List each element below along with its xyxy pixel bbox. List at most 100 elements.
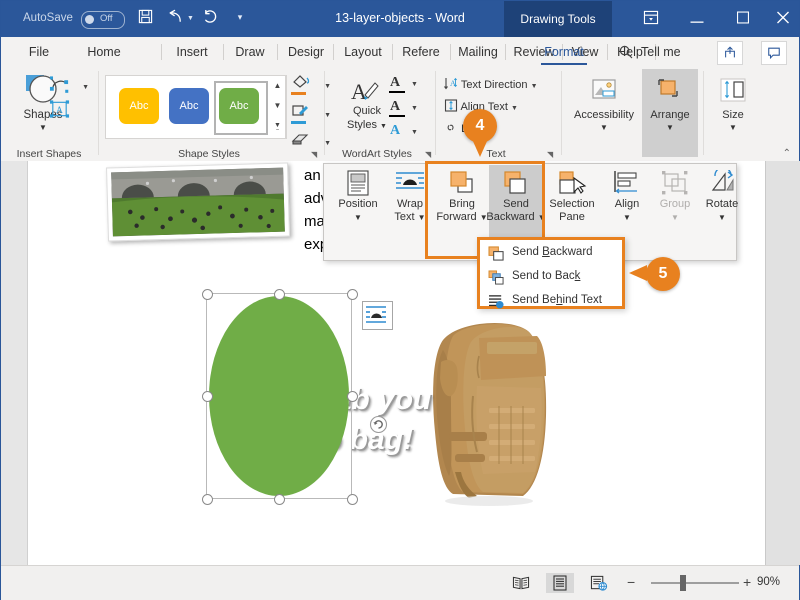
share-button[interactable] (717, 41, 743, 65)
wordart-styles-dialog-launcher[interactable]: ◥ (425, 150, 431, 159)
resize-handle-se[interactable] (347, 494, 358, 505)
shape-outline-caret-icon[interactable]: ▼ (324, 112, 331, 119)
zoom-out-button[interactable]: − (627, 574, 635, 590)
shape-styles-scroll[interactable]: ▲ ▼ ▼ ‾ (270, 75, 286, 139)
web-layout-button[interactable] (585, 573, 613, 593)
resize-handle-s[interactable] (274, 494, 285, 505)
contextual-tab-label: Drawing Tools (520, 12, 596, 26)
size-label: Size (722, 109, 744, 121)
resize-handle-e[interactable] (347, 391, 358, 402)
text-direction-icon: A (444, 77, 458, 90)
left-margin-strip (1, 161, 28, 565)
ribbon-display-options-button[interactable] (628, 1, 674, 37)
position-icon (347, 170, 369, 196)
resize-handle-sw[interactable] (202, 494, 213, 505)
zoom-in-button[interactable]: + (743, 574, 751, 590)
chevron-up-icon[interactable]: ⌃ (783, 148, 791, 159)
tab-references[interactable]: Refere (393, 37, 449, 67)
draw-text-box-button[interactable]: A (49, 99, 89, 123)
menu-item-send-backward[interactable]: Send Backward (480, 242, 622, 266)
shape-fill-caret-icon[interactable]: ▼ (324, 83, 331, 90)
photo-image[interactable] (106, 162, 290, 242)
send-to-back-icon (488, 270, 504, 285)
zoom-level-label[interactable]: 90% (757, 576, 780, 588)
status-bar: − + 90% (1, 565, 799, 600)
shape-styles-gallery[interactable]: Abc Abc Abc (105, 75, 287, 139)
ellipse-shape-selected[interactable] (202, 289, 358, 505)
resize-handle-w[interactable] (202, 391, 213, 402)
shape-style-swatch[interactable]: Abc (119, 88, 159, 124)
tab-design[interactable]: Desigr (279, 37, 333, 67)
wrap-text-icon (396, 172, 424, 189)
align-text-icon (444, 99, 458, 112)
text-fill-button[interactable]: A ▼ (389, 75, 423, 96)
shape-styles-dialog-launcher[interactable]: ◥ (311, 150, 317, 159)
align-text-caret-icon[interactable]: ▼ (511, 105, 518, 112)
maximize-icon (736, 11, 750, 27)
tab-format[interactable]: Format (534, 37, 594, 67)
tab-mailings[interactable]: Mailing (451, 37, 505, 67)
text-fill-caret-icon[interactable]: ▼ (411, 81, 418, 88)
wordart-quick-styles-button[interactable]: A Quick Styles ▼ (339, 75, 395, 137)
accessibility-caret-icon[interactable]: ▼ (571, 123, 637, 132)
text-direction-button[interactable]: A Text Direction ▼ (444, 77, 538, 91)
text-outline-caret-icon[interactable]: ▼ (411, 105, 418, 112)
gallery-scroll-up-icon[interactable]: ▲ (270, 76, 285, 96)
arrange-caret-icon[interactable]: ▼ (642, 123, 698, 132)
rotate-objects-caret-icon[interactable]: ▼ (692, 212, 752, 225)
green-ellipse[interactable] (209, 296, 349, 496)
shapes-caret-icon[interactable]: ▼ (13, 123, 73, 132)
size-caret-icon[interactable]: ▼ (708, 123, 758, 132)
minimize-icon (690, 12, 704, 27)
quick-styles-label-2: Styles ▼ (347, 119, 387, 131)
menu-item-send-to-back[interactable]: Send to Back (480, 266, 622, 290)
ribbon-display-options-icon (643, 10, 659, 28)
arrange-button[interactable]: Arrange ▼ (642, 77, 698, 147)
rotate-handle-icon[interactable] (369, 415, 388, 434)
tab-home[interactable]: Home (75, 37, 133, 67)
minimize-button[interactable] (674, 1, 720, 37)
tab-insert[interactable]: Insert (164, 37, 220, 67)
shape-effects-caret-icon[interactable]: ▼ (324, 140, 331, 147)
size-icon (720, 78, 746, 102)
tell-me-search[interactable]: Tell me (641, 37, 681, 67)
shape-outline-color-bar (291, 121, 306, 124)
rotate-objects-button[interactable]: Rotate ▼ (696, 166, 748, 250)
layout-options-button[interactable] (362, 301, 393, 330)
resize-handle-n[interactable] (274, 289, 285, 300)
shape-style-swatch[interactable]: Abc (169, 88, 209, 124)
resize-handle-nw[interactable] (202, 289, 213, 300)
menu-item-send-behind-text[interactable]: Send Behind Text (480, 290, 622, 314)
print-layout-button[interactable] (546, 573, 574, 593)
tab-layout[interactable]: Layout (335, 37, 391, 67)
text-dialog-launcher[interactable]: ◥ (547, 150, 553, 159)
position-caret-icon[interactable]: ▼ (328, 212, 388, 225)
selection-pane-label-2: Pane (559, 211, 585, 223)
comments-button[interactable] (761, 41, 787, 65)
edit-shape-button[interactable]: ▼ (49, 75, 89, 99)
vertical-scrollbar[interactable] (765, 161, 800, 565)
zoom-slider-track[interactable] (651, 582, 739, 584)
position-label: Position (338, 198, 378, 210)
gallery-more-icon[interactable]: ▼ ‾ (270, 116, 285, 137)
text-effects-caret-icon[interactable]: ▼ (411, 129, 418, 136)
text-effects-button[interactable]: A ▼ (389, 123, 423, 144)
tab-file[interactable]: File (13, 37, 65, 67)
gallery-scroll-down-icon[interactable]: ▼ (270, 96, 285, 116)
size-button[interactable]: Size ▼ (708, 77, 758, 147)
zoom-slider-thumb[interactable] (680, 575, 686, 591)
backpack-image[interactable] (419, 296, 559, 511)
shape-style-swatch-selected[interactable]: Abc (219, 88, 259, 124)
text-outline-button[interactable]: A ▼ (389, 99, 423, 120)
tab-draw[interactable]: Draw (225, 37, 275, 67)
maximize-button[interactable] (720, 1, 766, 37)
position-button[interactable]: Position ▼ (332, 168, 384, 250)
text-direction-caret-icon[interactable]: ▼ (531, 83, 538, 90)
read-mode-button[interactable] (507, 573, 535, 593)
shape-fill-color-bar (291, 92, 306, 95)
link-icon (447, 124, 454, 131)
edit-shape-caret-icon[interactable]: ▼ (82, 84, 89, 91)
resize-handle-ne[interactable] (347, 289, 358, 300)
close-button[interactable] (766, 1, 799, 37)
accessibility-button[interactable]: Accessibility ▼ (571, 77, 637, 147)
